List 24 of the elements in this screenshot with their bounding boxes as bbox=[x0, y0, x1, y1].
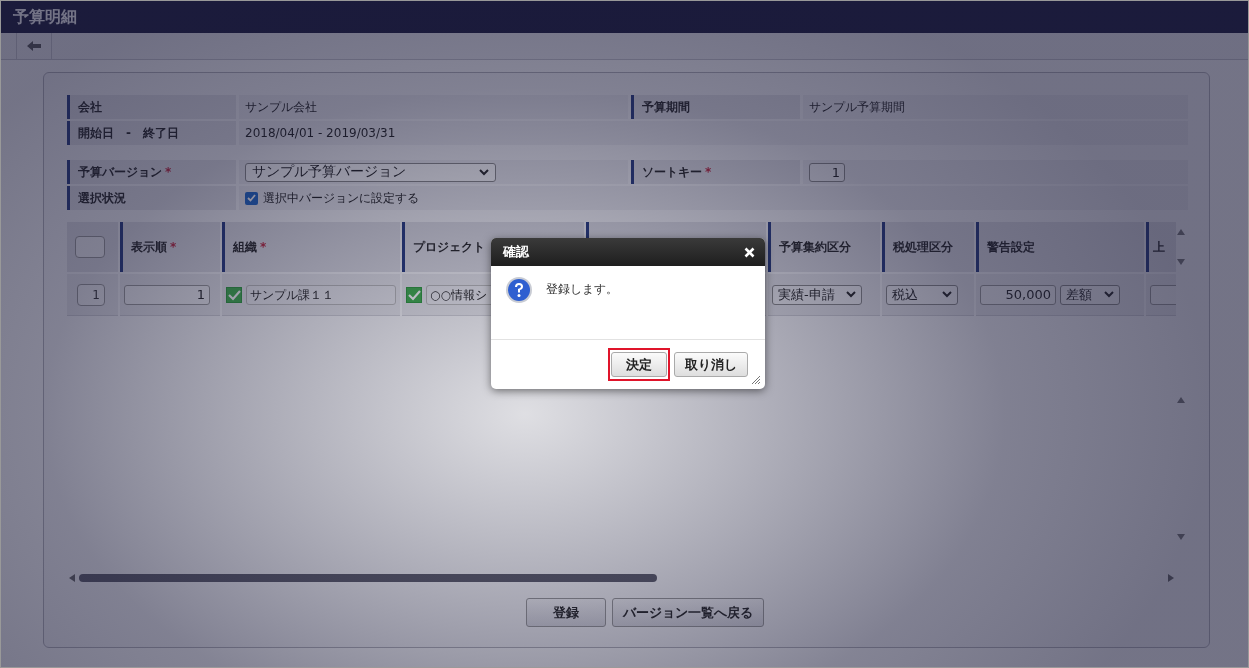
row-number: 1 bbox=[77, 283, 105, 306]
field-value: 2018/04/01 - 2019/03/31 bbox=[239, 121, 1188, 145]
required-mark: * bbox=[165, 165, 172, 179]
column-header: 予算集約区分 bbox=[768, 222, 880, 272]
column-header: 上 bbox=[1146, 222, 1176, 272]
field-label: 予算期間 bbox=[631, 95, 800, 119]
checkbox-label: 選択中バージョンに設定する bbox=[263, 189, 419, 207]
label-text: 予算バージョン bbox=[78, 163, 162, 181]
field-label: 選択状況 bbox=[67, 186, 236, 210]
column-header: 警告設定 bbox=[976, 222, 1144, 272]
field-value: サンプル会社 bbox=[239, 95, 628, 119]
field-value: サンプル予算期間 bbox=[803, 95, 1188, 119]
label-text: ソートキー bbox=[642, 163, 702, 181]
page-title: 予算明細 bbox=[13, 6, 77, 28]
required-mark: * bbox=[170, 240, 177, 254]
header-text: 組織 bbox=[233, 238, 257, 256]
required-mark: * bbox=[705, 165, 712, 179]
field-label: 会社 bbox=[67, 95, 236, 119]
dialog-title: 確認 bbox=[503, 243, 529, 261]
field-label: 開始日 - 終了日 bbox=[67, 121, 236, 145]
column-header: 税処理区分 bbox=[882, 222, 974, 272]
required-mark: * bbox=[260, 240, 267, 254]
header-text: 表示順 bbox=[131, 238, 167, 256]
dialog-message: 登録します。 bbox=[546, 281, 618, 298]
